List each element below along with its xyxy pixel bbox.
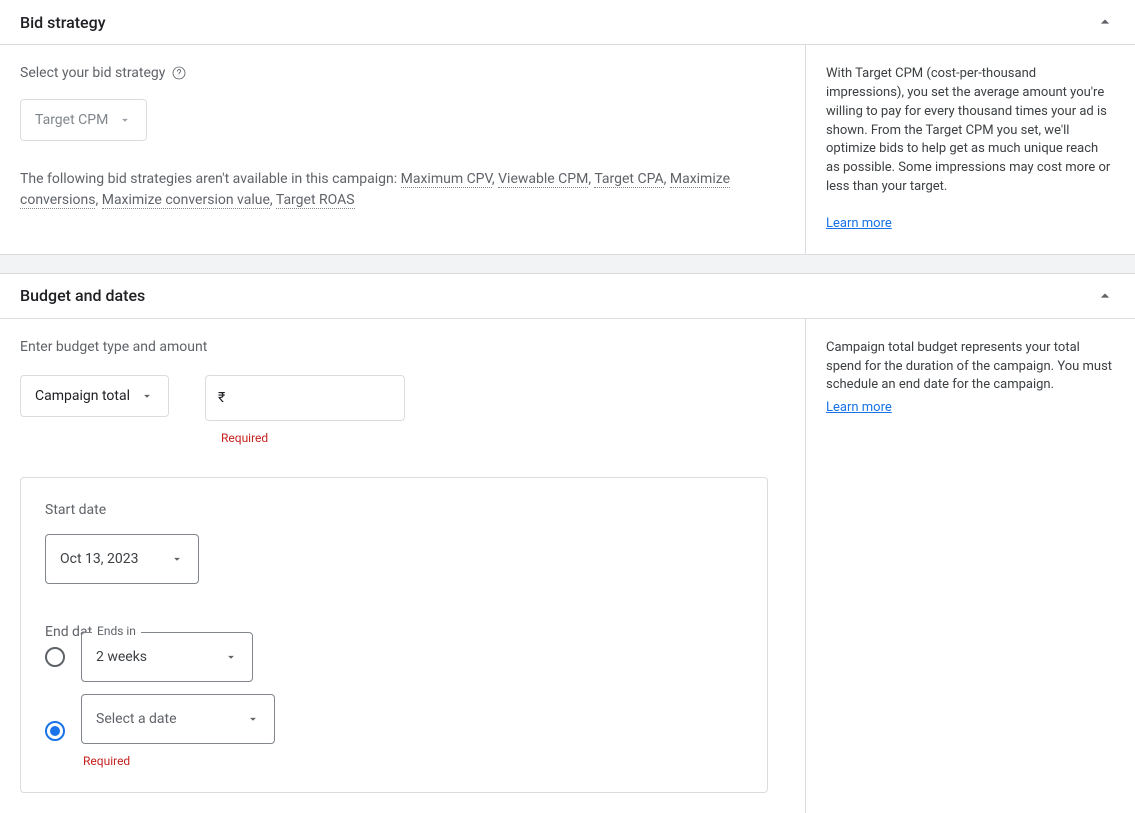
na-strategy-5[interactable]: Target ROAS (276, 192, 355, 209)
bid-select-label-row: Select your bid strategy (20, 65, 785, 81)
budget-title: Budget and dates (20, 286, 145, 305)
caret-down-icon (170, 552, 184, 566)
budget-amount-wrapper: ₹ Required (205, 375, 405, 445)
ends-in-label: Ends in (92, 624, 141, 638)
dates-card: Start date Oct 13, 2023 End date Ends in… (20, 477, 768, 793)
caret-down-icon (224, 650, 238, 664)
bid-strategy-header[interactable]: Bid strategy (0, 0, 1135, 44)
end-date-required-text: Required (83, 754, 275, 768)
budget-input-row: Campaign total ₹ Required (20, 375, 785, 445)
end-date-block: End date Ends in 2 weeks Sel (45, 624, 743, 768)
chevron-up-icon[interactable] (1095, 12, 1115, 32)
budget-amount-input[interactable]: ₹ (205, 375, 405, 421)
budget-left-column: Enter budget type and amount Campaign to… (0, 319, 805, 813)
caret-down-icon (118, 113, 132, 127)
end-date-select-wrapper: Select a date Required (81, 694, 275, 768)
bid-strategy-title: Bid strategy (20, 13, 106, 32)
budget-body: Enter budget type and amount Campaign to… (0, 319, 1135, 813)
end-option-date: Select a date Required (45, 694, 743, 768)
budget-enter-label: Enter budget type and amount (20, 339, 785, 355)
budget-info-panel: Campaign total budget represents your to… (805, 319, 1135, 813)
caret-down-icon (246, 712, 260, 726)
end-option-duration: Ends in 2 weeks (45, 632, 743, 682)
help-icon[interactable] (171, 65, 187, 81)
section-gap (0, 254, 1135, 274)
end-date-value: Select a date (96, 711, 177, 727)
bid-unavailable-note: The following bid strategies aren't avai… (20, 169, 785, 211)
budget-required-text: Required (221, 431, 405, 445)
bid-left-column: Select your bid strategy Target CPM The … (0, 45, 805, 254)
bid-info-panel: With Target CPM (cost-per-thousand impre… (805, 45, 1135, 254)
na-strategy-4[interactable]: Maximize conversion value (102, 192, 270, 209)
bid-strategy-select[interactable]: Target CPM (20, 99, 147, 141)
na-strategy-0[interactable]: Maximum CPV (401, 171, 492, 188)
budget-header[interactable]: Budget and dates (0, 274, 1135, 318)
ends-in-select[interactable]: Ends in 2 weeks (81, 632, 253, 682)
end-radio-date[interactable] (45, 721, 65, 741)
bid-strategy-body: Select your bid strategy Target CPM The … (0, 45, 1135, 254)
chevron-up-icon[interactable] (1095, 286, 1115, 306)
na-strategy-2[interactable]: Target CPA (594, 171, 663, 188)
bid-learn-more-link[interactable]: Learn more (826, 216, 892, 231)
bid-select-label: Select your bid strategy (20, 65, 165, 81)
currency-symbol: ₹ (218, 390, 225, 406)
ends-in-value: 2 weeks (96, 649, 147, 665)
end-radio-duration[interactable] (45, 647, 65, 667)
caret-down-icon (140, 389, 154, 403)
radio-dot-icon (50, 726, 60, 736)
end-date-select[interactable]: Select a date (81, 694, 275, 744)
budget-type-select[interactable]: Campaign total (20, 375, 169, 417)
start-date-value: Oct 13, 2023 (60, 551, 138, 567)
bid-strategy-value: Target CPM (35, 112, 108, 128)
bid-info-text: With Target CPM (cost-per-thousand impre… (826, 65, 1115, 197)
budget-learn-more-link[interactable]: Learn more (826, 400, 892, 415)
budget-type-value: Campaign total (35, 388, 130, 404)
bid-note-prefix: The following bid strategies aren't avai… (20, 171, 401, 187)
start-date-label: Start date (45, 502, 743, 518)
start-date-select[interactable]: Oct 13, 2023 (45, 534, 199, 584)
na-strategy-1[interactable]: Viewable CPM (498, 171, 588, 188)
budget-info-text: Campaign total budget represents your to… (826, 339, 1115, 396)
